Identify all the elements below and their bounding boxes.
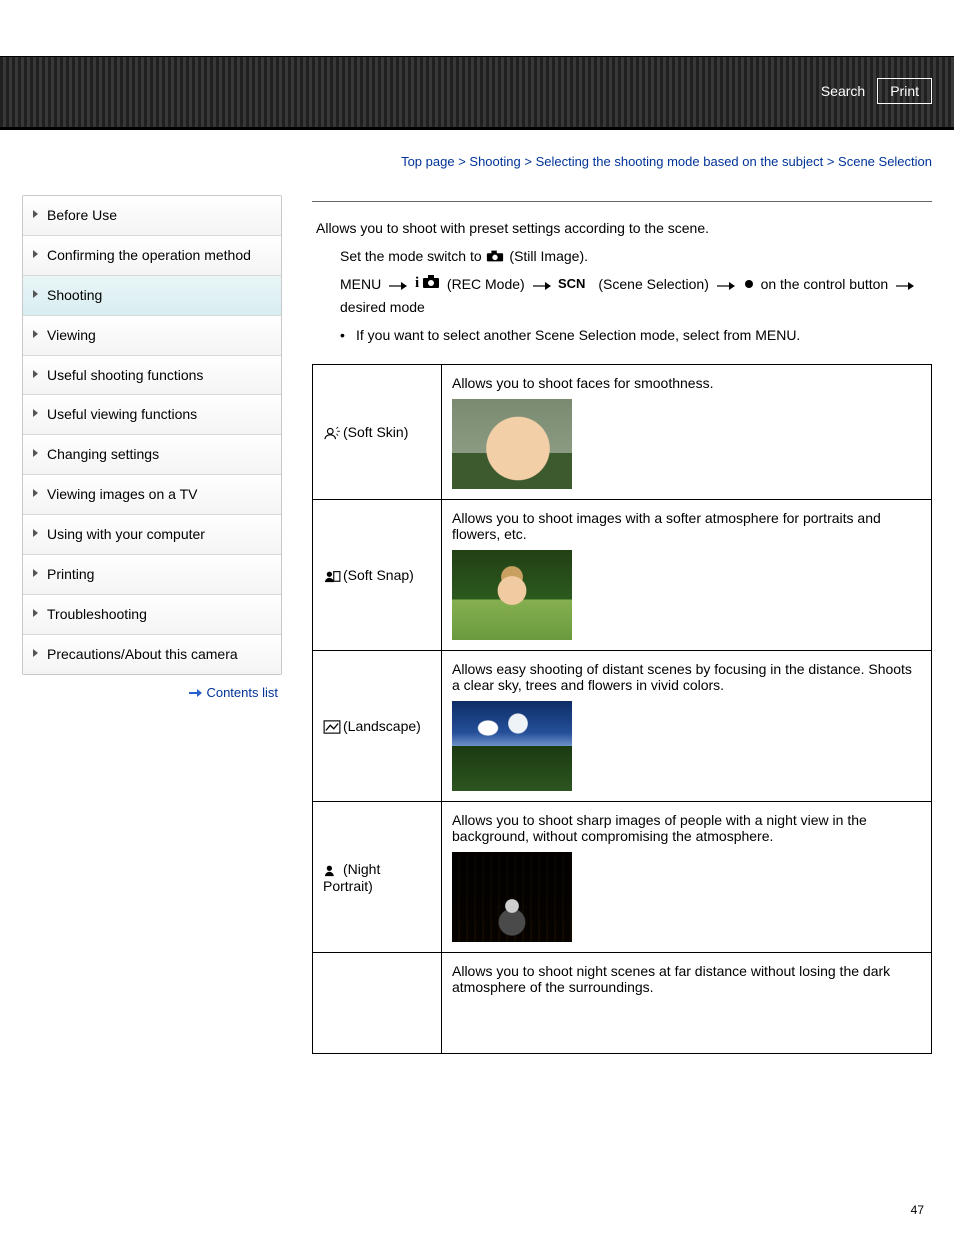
sidebar-item[interactable]: Before Use	[23, 196, 281, 236]
divider	[312, 201, 932, 202]
scene-desc: Allows easy shooting of distant scenes b…	[452, 661, 921, 693]
steps: Set the mode switch to (Still Image). ME…	[312, 246, 932, 346]
sidebar-column: Before UseConfirming the operation metho…	[22, 195, 282, 1054]
arrow-icon	[896, 275, 914, 297]
table-row: (Soft Skin) Allows you to shoot faces for…	[313, 365, 932, 500]
table-row: (Landscape) Allows easy shooting of dista…	[313, 651, 932, 802]
scene-label: (Soft Snap)	[343, 567, 414, 583]
scene-desc-cell: Allows you to shoot faces for smoothness…	[442, 365, 932, 500]
arrow-icon	[389, 275, 407, 297]
scene-sample-image	[452, 852, 572, 942]
header-band: Search Print	[0, 56, 954, 130]
sidebar-item[interactable]: Useful viewing functions	[23, 395, 281, 435]
main-content: Allows you to shoot with preset settings…	[312, 195, 932, 1054]
sidebar-item[interactable]: Useful shooting functions	[23, 356, 281, 396]
contents-list: Contents list	[22, 675, 282, 700]
table-row: (Night Portrait) Allows you to shoot shar…	[313, 802, 932, 953]
sidebar-item[interactable]: Viewing images on a TV	[23, 475, 281, 515]
scn-icon: SCN	[558, 275, 592, 297]
scene-label-cell	[313, 953, 442, 1054]
contents-list-link[interactable]: Contents list	[206, 685, 278, 700]
scene-desc: Allows you to shoot images with a softer…	[452, 510, 921, 542]
step-2: MENU i (REC Mode) SCN (Scene Selection)	[340, 274, 932, 318]
sidebar-item[interactable]: Changing settings	[23, 435, 281, 475]
scene-desc: Allows you to shoot sharp images of peop…	[452, 812, 921, 844]
breadcrumb-c[interactable]: Scene Selection	[838, 154, 932, 169]
softsnap-icon	[323, 568, 341, 584]
sidebar-item[interactable]: Precautions/About this camera	[23, 635, 281, 674]
svg-text:i: i	[415, 275, 419, 290]
breadcrumb-b[interactable]: Selecting the shooting mode based on the…	[536, 154, 824, 169]
night-icon	[323, 862, 341, 878]
scene-desc: Allows you to shoot night scenes at far …	[452, 963, 921, 995]
table-row: (Soft Snap) Allows you to shoot images wi…	[313, 500, 932, 651]
arrow-icon	[533, 275, 551, 297]
sidebar: Before UseConfirming the operation metho…	[22, 195, 282, 675]
breadcrumb-top[interactable]: Top page	[401, 154, 455, 169]
sidebar-item[interactable]: Using with your computer	[23, 515, 281, 555]
scene-label-cell: (Night Portrait)	[313, 802, 442, 953]
sidebar-item[interactable]: Troubleshooting	[23, 595, 281, 635]
step-1: Set the mode switch to (Still Image).	[340, 246, 932, 268]
step-note: If you want to select another Scene Sele…	[340, 325, 932, 347]
scene-sample-image	[452, 550, 572, 640]
scene-desc-cell: Allows you to shoot night scenes at far …	[442, 953, 932, 1054]
svg-text:SCN: SCN	[558, 276, 585, 290]
scene-label: (Landscape)	[343, 718, 421, 734]
softskin-icon	[323, 425, 341, 441]
breadcrumb: Top page > Shooting > Selecting the shoo…	[22, 142, 932, 195]
scene-desc-cell: Allows easy shooting of distant scenes b…	[442, 651, 932, 802]
header-buttons: Search Print	[821, 78, 932, 104]
scene-desc-cell: Allows you to shoot sharp images of peop…	[442, 802, 932, 953]
sidebar-item[interactable]: Printing	[23, 555, 281, 595]
scene-desc-cell: Allows you to shoot images with a softer…	[442, 500, 932, 651]
scene-table: (Soft Skin) Allows you to shoot faces for…	[312, 364, 932, 1054]
arrow-icon	[717, 275, 735, 297]
breadcrumb-a[interactable]: Shooting	[469, 154, 520, 169]
camera-icon	[486, 246, 504, 268]
center-dot-icon	[743, 275, 755, 297]
print-button[interactable]: Print	[877, 78, 932, 104]
arrow-right-icon	[189, 690, 203, 696]
scene-label-cell: (Soft Snap)	[313, 500, 442, 651]
page-number: 47	[911, 1203, 924, 1217]
sidebar-item[interactable]: Confirming the operation method	[23, 236, 281, 276]
rec-mode-icon: i	[415, 274, 441, 297]
scene-sample-image	[452, 399, 572, 489]
scene-label-cell: (Soft Skin)	[313, 365, 442, 500]
sidebar-item[interactable]: Shooting	[23, 276, 281, 316]
scene-desc: Allows you to shoot faces for smoothness…	[452, 375, 921, 391]
landscape-icon	[323, 719, 341, 735]
table-row: Allows you to shoot night scenes at far …	[313, 953, 932, 1054]
scene-label: (Soft Skin)	[343, 424, 408, 440]
scene-sample-image	[452, 701, 572, 791]
search-link[interactable]: Search	[821, 83, 865, 99]
intro-text: Allows you to shoot with preset settings…	[312, 220, 932, 236]
scene-label-cell: (Landscape)	[313, 651, 442, 802]
sidebar-item[interactable]: Viewing	[23, 316, 281, 356]
